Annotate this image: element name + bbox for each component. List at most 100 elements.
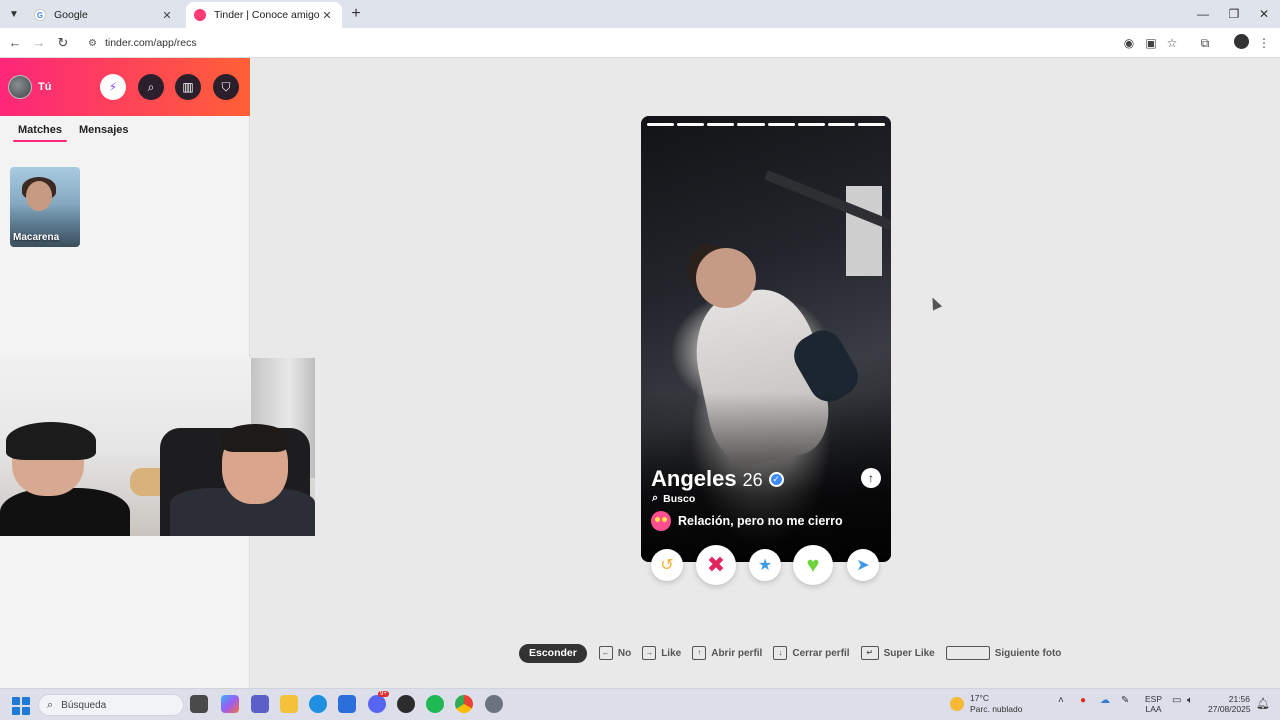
bookmark-star-icon[interactable]: ☆: [1163, 34, 1181, 52]
task-view-icon[interactable]: [190, 695, 208, 713]
discord-icon[interactable]: 9+: [368, 691, 389, 713]
clock-time: 21:56: [1228, 694, 1250, 704]
verified-badge-icon: ✓: [768, 471, 784, 487]
boost-send-button[interactable]: ➤: [847, 549, 879, 581]
heart-icon: ♥: [806, 552, 820, 577]
browser-profile-avatar[interactable]: [1234, 34, 1249, 49]
tab-matches[interactable]: Matches: [12, 124, 68, 142]
hint-open-profile: Abrir perfil: [711, 647, 763, 659]
tab-title: Tinder | Conoce amigos y gente: [214, 9, 320, 21]
photo-progress-segment[interactable]: [647, 123, 675, 126]
tab-close-icon[interactable]: ✕: [320, 9, 334, 22]
briefcase-icon[interactable]: ▥: [175, 74, 201, 100]
settings-gear-icon[interactable]: [485, 695, 503, 713]
open-profile-arrow-icon[interactable]: ↑: [861, 468, 881, 488]
profile-name: Angeles: [651, 466, 737, 491]
copilot-icon[interactable]: [221, 695, 239, 713]
extensions-icon[interactable]: ⧉: [1196, 34, 1214, 52]
weather-widget[interactable]: 17°C Parc. nublado: [950, 693, 1022, 715]
taskbar-search[interactable]: ⌕ Búsqueda: [38, 694, 184, 716]
nope-button[interactable]: ✖: [696, 545, 736, 585]
search-icon: ⌕: [652, 492, 659, 504]
down-arrow-key-icon: ↓: [773, 646, 788, 660]
boost-bolt-icon[interactable]: ⚡: [100, 74, 126, 100]
photo-progress-segment[interactable]: [827, 123, 855, 126]
forward-icon[interactable]: →: [30, 34, 48, 52]
partly-cloudy-icon: [950, 697, 964, 711]
location-icon[interactable]: ◉: [1120, 34, 1138, 52]
like-button[interactable]: ♥: [793, 545, 833, 585]
tab-search-menu-icon[interactable]: ▼: [4, 4, 24, 24]
edge-icon[interactable]: [309, 695, 327, 713]
rewind-button[interactable]: ↺: [651, 549, 683, 581]
shield-icon[interactable]: ⛉: [213, 74, 239, 100]
lang-line-2: LAA: [1145, 704, 1162, 714]
back-icon[interactable]: ←: [6, 34, 24, 52]
minimize-icon[interactable]: —: [1188, 4, 1218, 24]
tab-messages[interactable]: Mensajes: [79, 124, 129, 136]
volume-icon[interactable]: 🔈︎: [1187, 695, 1193, 706]
hint-next-photo: Siguiente foto: [994, 647, 1062, 659]
file-explorer-icon[interactable]: [280, 695, 298, 713]
lang-line-1: ESP: [1145, 694, 1163, 704]
match-name: Macarena: [13, 232, 60, 243]
onedrive-icon[interactable]: ☁: [1100, 695, 1110, 706]
pen-icon[interactable]: ✎: [1121, 695, 1129, 706]
notifications-bell-icon[interactable]: 🔔︎: [1256, 697, 1270, 710]
browser-tab-strip: ▼ G Google ✕ Tinder | Conoce amigos y ge…: [0, 0, 1280, 28]
heart-eyes-emoji-icon: [651, 511, 671, 531]
sidebar-header: Tú ⚡ ⌕ ▥ ⛉: [0, 58, 250, 116]
windows-start-icon[interactable]: [12, 697, 30, 715]
action-buttons: ↺ ✖ ★ ♥ ➤: [641, 545, 891, 585]
explore-icon[interactable]: ⌕: [138, 74, 164, 100]
super-like-button[interactable]: ★: [749, 549, 781, 581]
photo-progress-segment[interactable]: [797, 123, 825, 126]
photo-wall: [846, 186, 882, 276]
spotify-icon[interactable]: [426, 695, 444, 713]
hint-no: No: [617, 647, 632, 659]
photo-progress-segment[interactable]: [737, 123, 765, 126]
photo-progress-segment[interactable]: [677, 123, 705, 126]
discord-badge: 9+: [378, 691, 389, 697]
close-window-icon[interactable]: ✕: [1249, 4, 1279, 24]
relationship-goal-row: Relación, pero no me cierro: [651, 511, 843, 531]
up-arrow-key-icon: ↑: [692, 646, 707, 660]
url-text: tinder.com/app/recs: [104, 37, 197, 49]
taskbar-search-placeholder: Búsqueda: [61, 699, 107, 711]
photo-progress-segment[interactable]: [767, 123, 795, 126]
left-arrow-key-icon: ←: [598, 646, 613, 660]
photo-progress-segment[interactable]: [707, 123, 735, 126]
tab-google[interactable]: G Google ✕: [26, 2, 182, 28]
clock-date: 27/08/2025: [1208, 704, 1251, 714]
profile-card[interactable]: Angeles 26 ✓ ↑ ⌕ Busco Relación, pero no…: [641, 116, 891, 562]
show-hidden-icons-chevron-icon[interactable]: ˄: [1058, 695, 1064, 706]
match-card[interactable]: Macarena: [10, 167, 80, 247]
teams-icon[interactable]: [251, 695, 269, 713]
space-key-icon: [945, 646, 990, 660]
photo-progress-bar: [647, 123, 885, 126]
keyboard-hints: Esconder ← No → Like ↑ Abrir perfil ↓ Ce…: [519, 643, 1072, 663]
relationship-goal: Relación, pero no me cierro: [678, 514, 843, 528]
site-info-icon[interactable]: ⚙: [88, 38, 97, 49]
user-label[interactable]: Tú: [38, 81, 51, 93]
hide-hints-button[interactable]: Esconder: [519, 643, 587, 663]
browser-menu-icon[interactable]: ⋮: [1255, 34, 1273, 52]
media-app-icon[interactable]: [397, 695, 415, 713]
avatar[interactable]: [8, 75, 32, 99]
tab-tinder[interactable]: Tinder | Conoce amigos y gente ✕: [186, 2, 342, 28]
photo-progress-segment[interactable]: [857, 123, 885, 126]
restore-icon[interactable]: ❐: [1219, 4, 1249, 24]
chrome-icon[interactable]: [455, 695, 473, 713]
url-bar[interactable]: ⚙ tinder.com/app/recs: [80, 31, 1190, 55]
install-app-icon[interactable]: ▣: [1142, 34, 1160, 52]
tray-app-icon[interactable]: ●: [1080, 695, 1086, 706]
tab-close-icon[interactable]: ✕: [160, 9, 174, 22]
hint-like: Like: [661, 647, 682, 659]
input-language[interactable]: ESP LAA: [1145, 694, 1162, 714]
store-icon[interactable]: [338, 695, 356, 713]
new-tab-icon[interactable]: +: [346, 4, 366, 24]
clock[interactable]: 21:56 27/08/2025: [1208, 694, 1251, 714]
reload-icon[interactable]: ↻: [54, 34, 72, 52]
network-icon[interactable]: ▭: [1172, 695, 1181, 706]
looking-for-row: ⌕ Busco: [652, 492, 695, 505]
